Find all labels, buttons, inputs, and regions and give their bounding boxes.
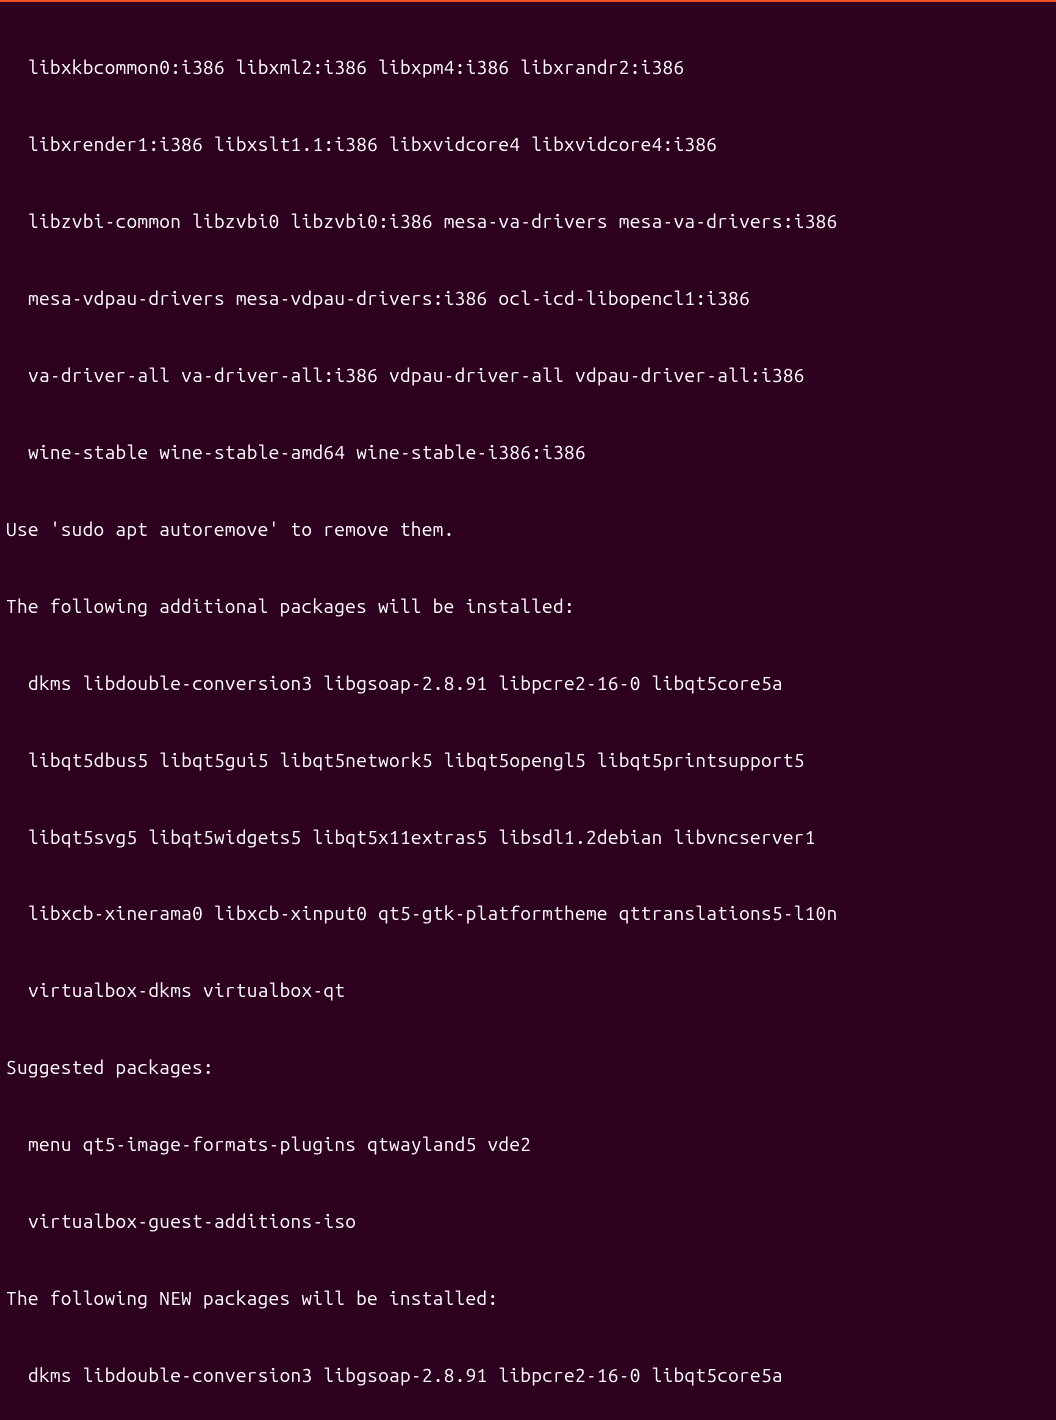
terminal-output[interactable]: libxkbcommon0:i386 libxml2:i386 libxpm4:… xyxy=(6,4,1050,1420)
package-line: dkms libdouble-conversion3 libgsoap-2.8.… xyxy=(6,671,1050,697)
additional-packages-header: The following additional packages will b… xyxy=(6,594,1050,620)
package-line: virtualbox-guest-additions-iso xyxy=(6,1209,1050,1235)
package-line: libqt5svg5 libqt5widgets5 libqt5x11extra… xyxy=(6,825,1050,851)
new-packages-header: The following NEW packages will be insta… xyxy=(6,1286,1050,1312)
suggested-packages-header: Suggested packages: xyxy=(6,1055,1050,1081)
package-line: mesa-vdpau-drivers mesa-vdpau-drivers:i3… xyxy=(6,286,1050,312)
autoremove-hint: Use 'sudo apt autoremove' to remove them… xyxy=(6,517,1050,543)
package-line: libxkbcommon0:i386 libxml2:i386 libxpm4:… xyxy=(6,55,1050,81)
package-line: libxrender1:i386 libxslt1.1:i386 libxvid… xyxy=(6,132,1050,158)
package-line: va-driver-all va-driver-all:i386 vdpau-d… xyxy=(6,363,1050,389)
package-line: libxcb-xinerama0 libxcb-xinput0 qt5-gtk-… xyxy=(6,901,1050,927)
package-line: wine-stable wine-stable-amd64 wine-stabl… xyxy=(6,440,1050,466)
package-line: libzvbi-common libzvbi0 libzvbi0:i386 me… xyxy=(6,209,1050,235)
package-line: libqt5dbus5 libqt5gui5 libqt5network5 li… xyxy=(6,748,1050,774)
package-line: dkms libdouble-conversion3 libgsoap-2.8.… xyxy=(6,1363,1050,1389)
package-line: virtualbox-dkms virtualbox-qt xyxy=(6,978,1050,1004)
package-line: menu qt5-image-formats-plugins qtwayland… xyxy=(6,1132,1050,1158)
